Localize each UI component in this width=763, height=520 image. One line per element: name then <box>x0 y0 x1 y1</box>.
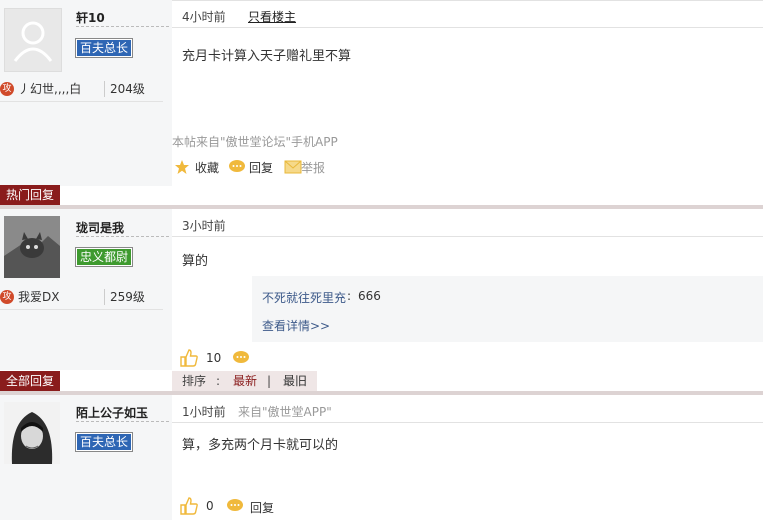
post2-username[interactable]: 珑司是我 <box>76 219 124 236</box>
user-silhouette-icon <box>13 21 53 62</box>
post2-user-panel: 珑司是我 忠义都尉 攻 我爱DX 259级 <box>0 209 172 370</box>
all-replies-tag: 全部回复 <box>0 371 61 391</box>
post1-time: 4小时前 <box>182 10 226 24</box>
quote-author[interactable]: 不死就往死里充 <box>262 289 346 306</box>
post3-content: 算，多充两个月卡就可以的 <box>182 438 339 453</box>
post3-body: 1小时前 来自"傲世堂APP" 算，多充两个月卡就可以的 0 回复 <box>172 395 763 520</box>
divider <box>172 0 763 1</box>
reply-button[interactable]: 回复 <box>249 159 273 176</box>
post2-guild-name[interactable]: 我爱DX <box>18 289 59 305</box>
hot-replies-tag: 热门回复 <box>0 185 61 205</box>
comment-icon[interactable] <box>226 498 244 514</box>
divider <box>0 309 163 310</box>
post1-guild-name[interactable]: 丿幻世,,,,白 <box>18 81 81 97</box>
quote-colon: : <box>347 289 352 303</box>
post1-username[interactable]: 轩10 <box>76 9 105 26</box>
comment-icon[interactable] <box>228 159 246 175</box>
post2-guild-row: 攻 我爱DX 259级 <box>0 289 165 305</box>
star-icon[interactable] <box>174 159 190 175</box>
post2-content: 算的 <box>182 254 209 269</box>
post1-source: 本帖来自"傲世堂论坛"手机APP <box>172 135 338 149</box>
hooded-avatar[interactable] <box>4 402 60 464</box>
report-icon[interactable] <box>284 160 302 174</box>
post2-level: 259级 <box>104 289 145 305</box>
post2-time: 3小时前 <box>182 219 226 233</box>
post3-like-count: 0 <box>206 499 214 513</box>
divider <box>172 422 763 423</box>
sort-label: 排序 <box>182 374 207 388</box>
post3-time: 1小时前 <box>182 405 226 419</box>
sort-newest-button[interactable]: 最新 <box>233 371 257 391</box>
guild-attack-icon: 攻 <box>0 290 14 304</box>
post1-body: 4小时前 只看楼主 充月卡计算入天子赠礼里不算 本帖来自"傲世堂论坛"手机APP… <box>172 0 763 206</box>
quote-text: 666 <box>358 289 381 303</box>
guild-attack-icon: 攻 <box>0 82 14 96</box>
post1-guild-row: 攻 丿幻世,,,,白 204级 <box>0 81 165 97</box>
divider <box>172 27 763 28</box>
hooded-figure-image <box>4 402 60 464</box>
post1-user-panel: 轩10 百夫总长 攻 丿幻世,,,,白 204级 <box>0 0 172 186</box>
post1-rank-badge: 百夫总长 <box>74 38 134 58</box>
post3-source: 来自"傲世堂APP" <box>238 405 332 419</box>
divider <box>76 421 169 422</box>
post3-user-panel: 陌上公子如玉 百夫总长 <box>0 395 172 520</box>
post1-content: 充月卡计算入天子赠礼里不算 <box>182 49 352 64</box>
post2-actions: 10 <box>179 348 379 368</box>
post2-like-count: 10 <box>206 351 222 365</box>
divider <box>76 236 169 237</box>
post3-actions: 0 回复 <box>179 496 379 516</box>
sort-oldest-button[interactable]: 最旧 <box>283 371 307 391</box>
sort-colon: : <box>216 374 221 388</box>
post2-rank-badge: 忠义都尉 <box>74 247 134 267</box>
only-view-op-link[interactable]: 只看楼主 <box>248 8 296 25</box>
cat-avatar[interactable] <box>4 216 60 278</box>
post3-username[interactable]: 陌上公子如玉 <box>76 404 148 421</box>
favorite-button[interactable]: 收藏 <box>195 159 219 176</box>
view-details-link[interactable]: 查看详情>> <box>262 317 330 334</box>
post2-body: 3小时前 算的 不死就往死里充 : 666 查看详情>> 10 <box>172 209 763 370</box>
comment-icon[interactable] <box>232 350 250 366</box>
post3-rank-badge: 百夫总长 <box>74 432 134 452</box>
sort-divider: | <box>267 374 272 388</box>
post1-level: 204级 <box>104 81 145 97</box>
divider <box>0 101 163 102</box>
quoted-reply: 不死就往死里充 : 666 查看详情>> <box>252 276 763 342</box>
cat-avatar-image <box>4 216 60 278</box>
default-avatar[interactable] <box>4 8 62 72</box>
divider <box>172 236 763 237</box>
thumbs-up-icon[interactable] <box>179 348 199 368</box>
post1-actions: 收藏 回复 举报 <box>174 159 474 175</box>
post3-reply-button[interactable]: 回复 <box>250 499 274 516</box>
report-button[interactable]: 举报 <box>301 159 325 176</box>
sort-bar: 排序 : 最新 | 最旧 <box>172 371 317 391</box>
thumbs-up-icon[interactable] <box>179 496 199 516</box>
divider <box>76 26 169 27</box>
